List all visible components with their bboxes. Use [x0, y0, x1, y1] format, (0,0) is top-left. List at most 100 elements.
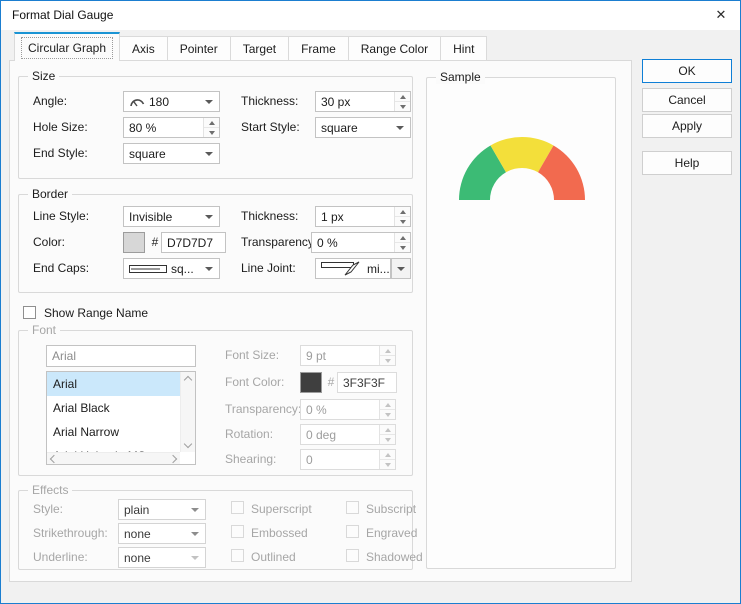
- thickness-spinner[interactable]: 30 px: [315, 91, 411, 112]
- hole-size-spinner[interactable]: 80 %: [123, 117, 220, 138]
- thickness-label: Thickness:: [241, 94, 299, 108]
- rotation-spinner[interactable]: 0 deg: [300, 424, 396, 445]
- font-transparency-spinner[interactable]: 0 %: [300, 399, 396, 420]
- spin-up-button[interactable]: [395, 92, 410, 102]
- font-list-item[interactable]: Arial: [47, 372, 195, 396]
- scroll-right-icon[interactable]: [168, 454, 178, 464]
- shearing-value: 0: [306, 452, 313, 467]
- font-family-input[interactable]: Arial: [46, 345, 196, 367]
- apply-button[interactable]: Apply: [642, 114, 732, 138]
- show-range-name-checkbox[interactable]: [23, 306, 36, 319]
- scroll-left-icon[interactable]: [49, 454, 59, 464]
- angle-dropdown[interactable]: 180: [123, 91, 220, 112]
- spin-up-button[interactable]: [380, 400, 395, 410]
- tab-label: Frame: [301, 41, 336, 56]
- end-style-dropdown[interactable]: square: [123, 143, 220, 164]
- line-style-dropdown[interactable]: Invisible: [123, 206, 220, 227]
- line-joint-dropdown-button[interactable]: [391, 258, 411, 279]
- end-style-value: square: [129, 146, 166, 161]
- start-style-value: square: [321, 120, 358, 135]
- spin-up-button[interactable]: [380, 425, 395, 435]
- outlined-label: Outlined: [251, 550, 296, 564]
- ok-button[interactable]: OK: [642, 59, 732, 83]
- font-family-list[interactable]: Arial Arial Black Arial Narrow Arial Uni…: [46, 371, 196, 465]
- scroll-down-icon[interactable]: [183, 439, 193, 449]
- spinner-buttons: [203, 118, 219, 137]
- miter-joint-icon: [321, 261, 360, 276]
- line-style-value: Invisible: [129, 209, 173, 224]
- line-style-label: Line Style:: [33, 209, 90, 223]
- border-color-label: Color:: [33, 235, 66, 249]
- engraved-checkbox[interactable]: [346, 525, 359, 538]
- tab-pointer[interactable]: Pointer: [166, 36, 231, 61]
- underline-label: Underline:: [33, 550, 88, 564]
- superscript-label: Superscript: [251, 502, 312, 516]
- border-thickness-spinner[interactable]: 1 px: [315, 206, 411, 227]
- font-list-item[interactable]: Arial Narrow: [47, 420, 195, 444]
- outlined-checkbox[interactable]: [231, 549, 244, 562]
- spin-down-button[interactable]: [395, 243, 410, 252]
- size-group-title: Size: [28, 69, 60, 83]
- spinner-buttons: [379, 450, 395, 469]
- spin-down-button[interactable]: [380, 410, 395, 419]
- tab-axis[interactable]: Axis: [119, 36, 168, 61]
- tab-range-color[interactable]: Range Color: [347, 36, 442, 61]
- spin-up-button[interactable]: [380, 346, 395, 356]
- rotation-label: Rotation:: [225, 427, 274, 441]
- style-dropdown[interactable]: plain: [118, 499, 206, 520]
- superscript-checkbox[interactable]: [231, 501, 244, 514]
- border-color-swatch[interactable]: [123, 232, 145, 253]
- underline-dropdown[interactable]: none: [118, 547, 206, 568]
- font-color-swatch[interactable]: [300, 372, 322, 393]
- tab-circular-graph[interactable]: Circular Graph: [14, 32, 121, 61]
- help-button[interactable]: Help: [642, 151, 732, 175]
- tab-page-circular-graph: Size Angle: 180 Thickness: 30 px Hole Si…: [9, 60, 632, 582]
- shadowed-checkbox[interactable]: [346, 549, 359, 562]
- vertical-scrollbar[interactable]: [180, 372, 195, 452]
- spin-up-button[interactable]: [395, 233, 410, 243]
- close-icon[interactable]: ✕: [712, 6, 730, 24]
- title-bar: Format Dial Gauge ✕: [1, 1, 740, 30]
- sample-group: Sample: [426, 70, 616, 569]
- font-size-label: Font Size:: [225, 348, 280, 362]
- font-color-hex-input[interactable]: 3F3F3F: [337, 372, 397, 393]
- sample-group-title: Sample: [436, 70, 485, 84]
- spin-up-button[interactable]: [395, 207, 410, 217]
- cancel-button[interactable]: Cancel: [642, 88, 732, 112]
- spin-up-button[interactable]: [380, 450, 395, 460]
- border-transparency-spinner[interactable]: 0 %: [311, 232, 411, 253]
- tab-hint[interactable]: Hint: [440, 36, 488, 61]
- line-joint-dropdown[interactable]: mi...: [315, 258, 391, 279]
- spin-down-button[interactable]: [380, 435, 395, 444]
- tab-label: Pointer: [179, 41, 218, 56]
- border-transparency-value: 0 %: [317, 235, 338, 250]
- border-thickness-label: Thickness:: [241, 209, 299, 223]
- tab-target[interactable]: Target: [229, 36, 290, 61]
- apply-button-label: Apply: [671, 119, 703, 133]
- spin-down-button[interactable]: [395, 102, 410, 111]
- horizontal-scrollbar[interactable]: [47, 452, 180, 464]
- border-group-title: Border: [28, 187, 73, 201]
- tab-frame[interactable]: Frame: [288, 36, 349, 61]
- border-color-hex-input[interactable]: D7D7D7: [161, 232, 226, 253]
- spin-down-button[interactable]: [380, 356, 395, 365]
- dial-arc-icon: [130, 99, 145, 107]
- scroll-up-icon[interactable]: [183, 375, 193, 385]
- subscript-checkbox[interactable]: [346, 501, 359, 514]
- spinner-buttons: [379, 425, 395, 444]
- border-thickness-value: 1 px: [321, 209, 344, 224]
- spin-up-button[interactable]: [204, 118, 219, 128]
- spin-down-button[interactable]: [395, 217, 410, 226]
- spin-down-button[interactable]: [204, 128, 219, 137]
- shearing-spinner[interactable]: 0: [300, 449, 396, 470]
- angle-label: Angle:: [33, 94, 68, 108]
- embossed-checkbox[interactable]: [231, 525, 244, 538]
- end-caps-dropdown[interactable]: sq...: [123, 258, 220, 279]
- strikethrough-dropdown[interactable]: none: [118, 523, 206, 544]
- font-list-item[interactable]: Arial Black: [47, 396, 195, 420]
- tab-label: Axis: [132, 41, 155, 56]
- spin-down-button[interactable]: [380, 460, 395, 469]
- start-style-dropdown[interactable]: square: [315, 117, 411, 138]
- font-size-spinner[interactable]: 9 pt: [300, 345, 396, 366]
- hole-size-value: 80 %: [129, 120, 157, 135]
